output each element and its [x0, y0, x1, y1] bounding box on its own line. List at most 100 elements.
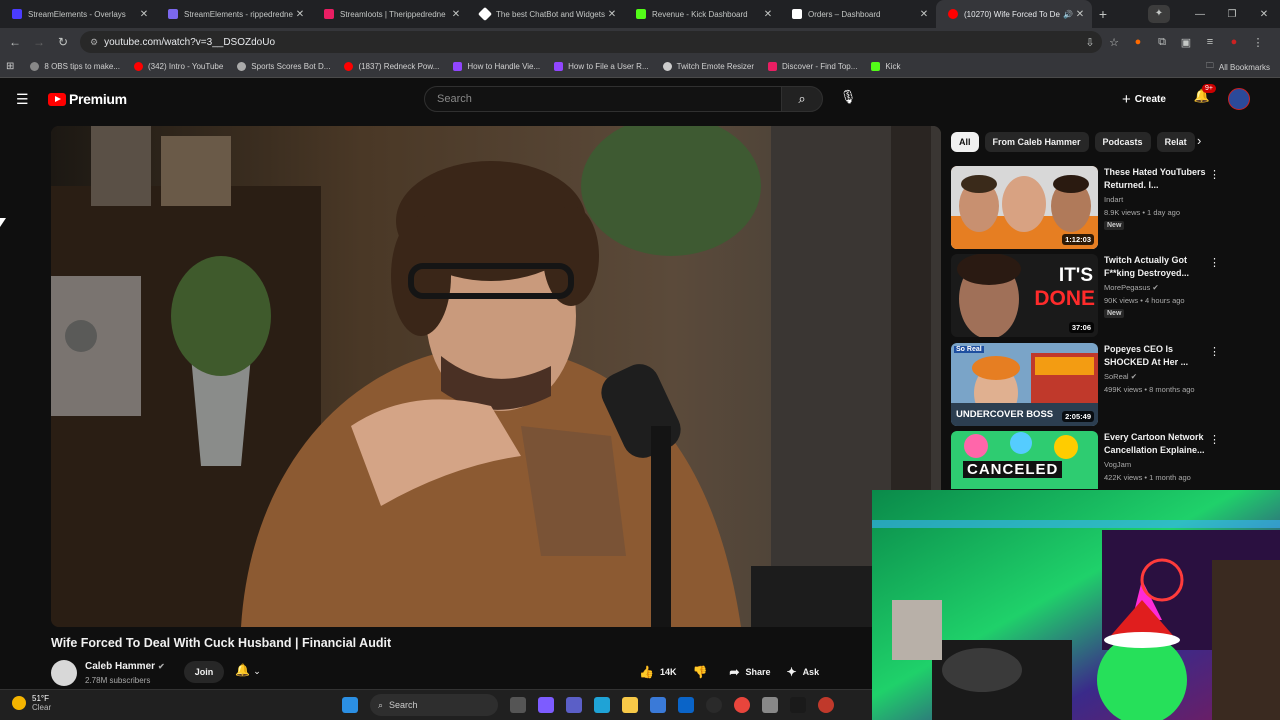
video-thumbnail[interactable]: 1:12:03	[951, 166, 1098, 249]
forward-icon[interactable]: →	[27, 35, 51, 49]
gemini-icon[interactable]: ✦	[1148, 5, 1170, 23]
chip-podcasts[interactable]: Podcasts	[1094, 132, 1151, 152]
close-icon[interactable]: ✕	[918, 9, 930, 20]
store-icon[interactable]	[650, 697, 666, 713]
share-button[interactable]: ➦ Share	[729, 665, 770, 679]
create-button[interactable]: + Create	[1122, 88, 1166, 110]
recommendation-channel[interactable]: Indart	[1104, 195, 1123, 204]
close-window-icon[interactable]: ✕	[1248, 9, 1280, 20]
join-button[interactable]: Join	[184, 661, 224, 683]
close-icon[interactable]: ✕	[294, 9, 306, 20]
video-thumbnail[interactable]: IT'S DONE 37:06	[951, 254, 1098, 337]
outlook-icon[interactable]	[678, 697, 694, 713]
chrome-icon[interactable]	[734, 697, 750, 713]
browser-tab-active[interactable]: (10270) Wife Forced To De 🔊 ✕	[936, 0, 1092, 28]
chip-related[interactable]: Relat	[1156, 132, 1195, 152]
task-view-icon[interactable]	[510, 697, 526, 713]
terminal-icon[interactable]	[790, 697, 806, 713]
sidepanel-icon[interactable]: ▣	[1174, 36, 1198, 49]
recommendation-channel[interactable]: SoReal ✔	[1104, 372, 1137, 381]
avatar[interactable]	[1228, 88, 1250, 110]
browser-tab[interactable]: StreamElements - Overlays ✕	[0, 0, 156, 28]
site-info-icon[interactable]: ⚙	[90, 37, 98, 48]
channel-avatar[interactable]	[51, 660, 77, 686]
minimize-icon[interactable]: —	[1184, 9, 1216, 20]
close-icon[interactable]: ✕	[606, 9, 618, 20]
close-icon[interactable]: ✕	[762, 9, 774, 20]
notifications-bell-icon[interactable]: 🔔 9+	[1192, 84, 1216, 108]
close-icon[interactable]: ✕	[1074, 9, 1086, 20]
star-icon[interactable]: ☆	[1102, 36, 1126, 49]
obs-icon[interactable]	[706, 697, 722, 713]
recommendation-title[interactable]: Twitch Actually Got F**king Destroyed...	[1104, 254, 1208, 280]
like-button[interactable]: 👍 14K	[639, 665, 676, 679]
back-icon[interactable]: ←	[3, 35, 27, 49]
close-icon[interactable]: ✕	[450, 9, 462, 20]
more-options-icon[interactable]: ⋮	[1209, 433, 1220, 446]
edge-icon[interactable]	[594, 697, 610, 713]
file-explorer-icon[interactable]	[622, 697, 638, 713]
url-field[interactable]: ⚙ youtube.com/watch?v=3__DSOZdoUo	[80, 31, 1102, 53]
recommendation-channel[interactable]: MorePegasus ✔	[1104, 283, 1159, 292]
new-tab-icon[interactable]: +	[1092, 6, 1114, 22]
channel-name[interactable]: Caleb Hammer ✔	[85, 661, 165, 672]
install-icon[interactable]: ⇩	[1078, 36, 1102, 49]
recommendation-title[interactable]: Every Cartoon Network Cancellation Expla…	[1104, 431, 1208, 457]
recommendation-title[interactable]: Popeyes CEO Is SHOCKED At Her ...	[1104, 343, 1208, 369]
chevron-down-icon[interactable]: ⌄	[253, 666, 261, 676]
extension-fire-icon[interactable]: ●	[1126, 36, 1150, 48]
bookmark-item[interactable]: (1837) Redneck Pow...	[344, 62, 439, 71]
bookmark-item[interactable]: (342) Intro - YouTube	[133, 62, 223, 71]
more-options-icon[interactable]: ⋮	[1209, 345, 1220, 358]
microphone-icon[interactable]: 🎙	[838, 89, 858, 109]
more-options-icon[interactable]: ⋮	[1209, 256, 1220, 269]
subscribe-bell-icon[interactable]: 🔔 ⌄	[235, 663, 261, 677]
copilot-icon[interactable]	[538, 697, 554, 713]
bookmark-item[interactable]: Kick	[871, 62, 901, 71]
youtube-logo[interactable]: Premium	[48, 91, 127, 107]
recommendation-item[interactable]: So Real UNDERCOVER BOSS 2:05:49 Popeyes …	[951, 343, 1261, 427]
extensions-icon[interactable]: ⧉	[1150, 36, 1174, 49]
menu-icon[interactable]: ⋮	[1246, 36, 1270, 49]
weather-widget[interactable]: 51°F Clear	[12, 694, 51, 712]
ask-button[interactable]: ✦ Ask	[787, 665, 820, 679]
hamburger-menu-icon[interactable]: ☰	[16, 92, 30, 106]
chip-from-channel[interactable]: From Caleb Hammer	[984, 132, 1089, 152]
taskbar-search[interactable]: ⌕ Search	[370, 694, 498, 716]
chevron-right-icon[interactable]: ›	[1197, 133, 1201, 148]
chip-all[interactable]: All	[951, 132, 979, 152]
teams-icon[interactable]	[566, 697, 582, 713]
app-icon[interactable]	[818, 697, 834, 713]
video-player[interactable]	[51, 126, 941, 627]
media-icon[interactable]: ≡	[1198, 36, 1222, 48]
app-icon[interactable]	[762, 697, 778, 713]
reload-icon[interactable]: ↻	[51, 35, 75, 49]
all-bookmarks[interactable]: 🗀 All Bookmarks	[1206, 56, 1270, 78]
recommendation-channel[interactable]: VogJam	[1104, 460, 1131, 469]
recommendation-title[interactable]: These Hated YouTubers Returned. I...	[1104, 166, 1208, 192]
video-thumbnail[interactable]: So Real UNDERCOVER BOSS 2:05:49	[951, 343, 1098, 426]
search-input[interactable]: Search	[424, 86, 782, 112]
recommendation-item[interactable]: IT'S DONE 37:06 Twitch Actually Got F**k…	[951, 254, 1261, 338]
browser-tab[interactable]: Orders – Dashboard ✕	[780, 0, 936, 28]
search-button[interactable]: ⌕	[781, 86, 823, 112]
bookmark-item[interactable]: 8 OBS tips to make...	[30, 62, 120, 71]
browser-tab[interactable]: Streamloots | Therippedredne ✕	[312, 0, 468, 28]
restore-icon[interactable]: ❐	[1216, 9, 1248, 20]
browser-tab[interactable]: StreamElements - rippedredne ✕	[156, 0, 312, 28]
windows-start-icon[interactable]	[342, 697, 358, 713]
bookmark-item[interactable]: Twitch Emote Resizer	[662, 62, 754, 71]
video-thumbnail[interactable]: CANCELED	[951, 431, 1098, 489]
bookmark-item[interactable]: Discover - Find Top...	[767, 62, 857, 71]
recommendation-item[interactable]: 1:12:03 These Hated YouTubers Returned. …	[951, 166, 1261, 250]
profile-icon[interactable]: ●	[1222, 36, 1246, 48]
close-icon[interactable]: ✕	[138, 9, 150, 20]
bookmark-item[interactable]: How to Handle Vie...	[453, 62, 540, 71]
apps-icon[interactable]: ⊞	[6, 61, 14, 72]
dislike-button[interactable]: 👎	[692, 665, 713, 679]
browser-tab[interactable]: Revenue - Kick Dashboard ✕	[624, 0, 780, 28]
bookmark-item[interactable]: How to File a User R...	[554, 62, 649, 71]
more-options-icon[interactable]: ⋮	[1209, 168, 1220, 181]
speaker-icon[interactable]: 🔊	[1062, 10, 1074, 19]
bookmark-item[interactable]: Sports Scores Bot D...	[237, 62, 330, 71]
